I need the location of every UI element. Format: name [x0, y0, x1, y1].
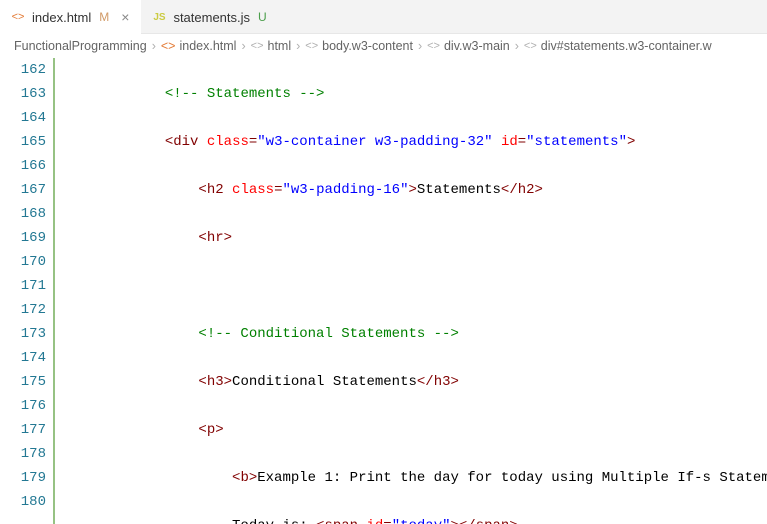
tab-index-html[interactable]: <> index.html M ×: [0, 0, 141, 34]
tag-icon: <>: [427, 40, 440, 52]
tag-icon: <>: [305, 40, 318, 52]
line-number: 163: [0, 82, 46, 106]
breadcrumb-item[interactable]: div.w3-main: [444, 39, 510, 53]
line-number: 164: [0, 106, 46, 130]
code-comment: <!-- Statements -->: [165, 86, 325, 102]
line-number: 167: [0, 178, 46, 202]
line-number: 177: [0, 418, 46, 442]
breadcrumb-item[interactable]: FunctionalProgramming: [14, 39, 147, 53]
chevron-right-icon: ›: [418, 39, 422, 53]
line-number: 162: [0, 58, 46, 82]
breadcrumb-item[interactable]: index.html: [179, 39, 236, 53]
html-file-icon: <>: [161, 39, 176, 53]
breadcrumb: FunctionalProgramming › <> index.html › …: [0, 34, 767, 58]
line-number: 170: [0, 250, 46, 274]
breadcrumb-item[interactable]: body.w3-content: [322, 39, 413, 53]
line-number: 179: [0, 466, 46, 490]
tab-bar: <> index.html M × JS statements.js U: [0, 0, 767, 34]
line-number: 180: [0, 490, 46, 514]
close-icon[interactable]: ×: [119, 9, 131, 25]
tab-statements-js[interactable]: JS statements.js U: [141, 0, 276, 34]
line-number: 178: [0, 442, 46, 466]
line-number: 169: [0, 226, 46, 250]
line-number: 175: [0, 370, 46, 394]
breadcrumb-item[interactable]: div#statements.w3-container.w: [541, 39, 712, 53]
untracked-indicator: U: [258, 10, 267, 24]
line-number: 172: [0, 298, 46, 322]
chevron-right-icon: ›: [152, 39, 156, 53]
tag-icon: <>: [524, 40, 537, 52]
chevron-right-icon: ›: [515, 39, 519, 53]
line-number: 176: [0, 394, 46, 418]
tag-icon: <>: [251, 40, 264, 52]
modified-indicator: M: [99, 10, 109, 24]
line-number: 166: [0, 154, 46, 178]
chevron-right-icon: ›: [296, 39, 300, 53]
line-number: 168: [0, 202, 46, 226]
code-comment: <!-- Conditional Statements -->: [198, 326, 458, 342]
js-file-icon: JS: [151, 9, 167, 25]
tab-label: index.html: [32, 10, 91, 25]
chevron-right-icon: ›: [241, 39, 245, 53]
code-content[interactable]: <!-- Statements --> <div class="w3-conta…: [58, 58, 767, 524]
line-number: 165: [0, 130, 46, 154]
line-number: 173: [0, 322, 46, 346]
code-editor[interactable]: 1621631641651661671681691701711721731741…: [0, 58, 767, 524]
breadcrumb-item[interactable]: html: [268, 39, 292, 53]
tab-label: statements.js: [173, 10, 250, 25]
line-number-gutter: 1621631641651661671681691701711721731741…: [0, 58, 58, 524]
html-file-icon: <>: [10, 9, 26, 25]
line-number: 174: [0, 346, 46, 370]
line-number: 171: [0, 274, 46, 298]
